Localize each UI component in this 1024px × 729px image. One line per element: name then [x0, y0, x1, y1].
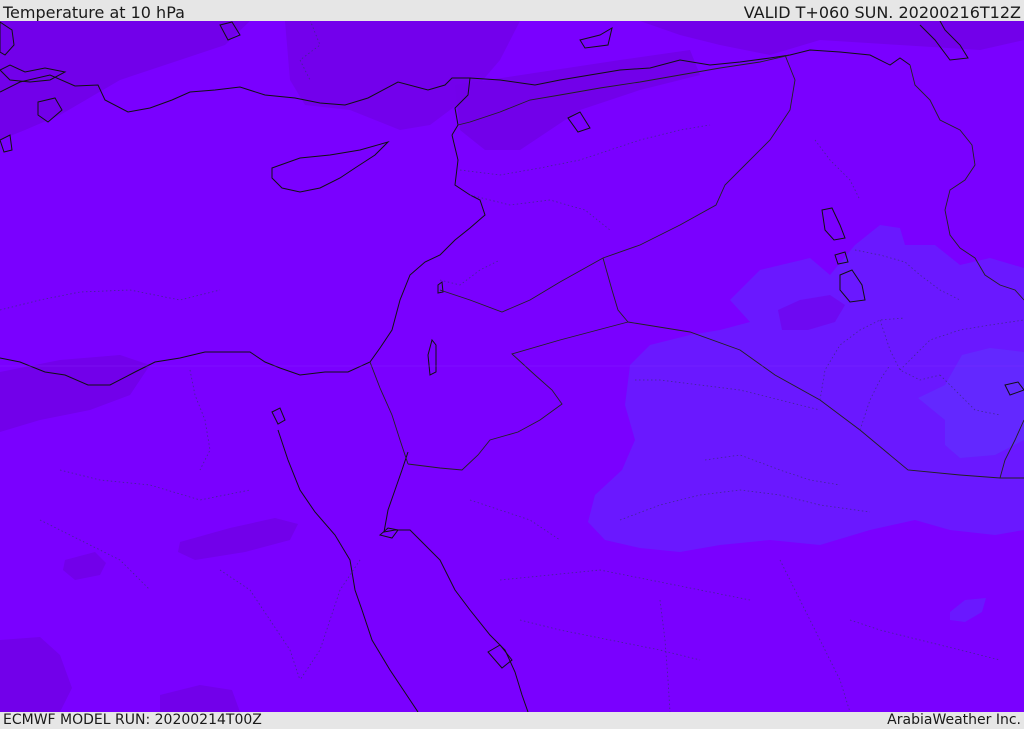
map-title: Temperature at 10 hPa: [3, 3, 185, 22]
valid-time-label: VALID T+060 SUN. 20200216T12Z: [743, 3, 1021, 22]
forecast-map: [0, 21, 1024, 712]
header-bar: Temperature at 10 hPa VALID T+060 SUN. 2…: [0, 0, 1024, 22]
credit-label: ArabiaWeather Inc.: [887, 712, 1021, 728]
model-run-label: ECMWF MODEL RUN: 20200214T00Z: [3, 712, 262, 728]
footer-bar: ECMWF MODEL RUN: 20200214T00Z ArabiaWeat…: [0, 712, 1024, 729]
